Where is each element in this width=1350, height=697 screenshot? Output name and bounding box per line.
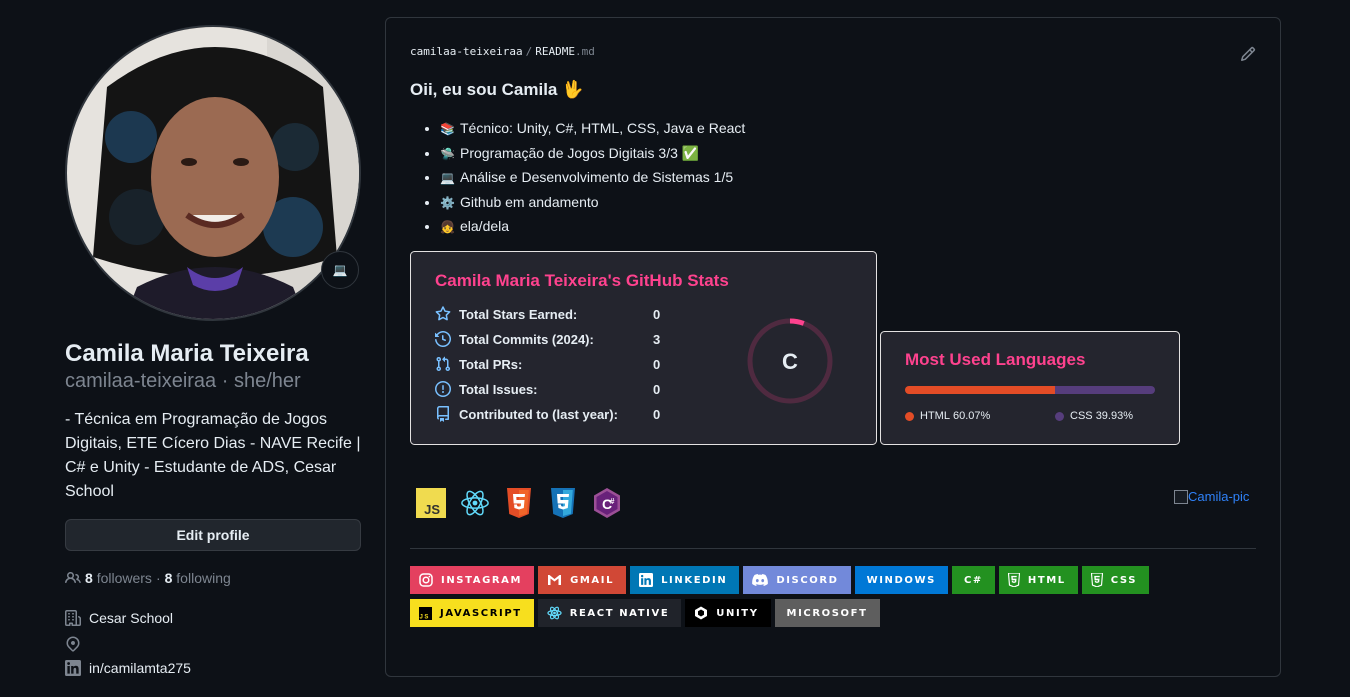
stats-card-title: Camila Maria Teixeira's GitHub Stats [435,271,729,290]
profile-location [65,636,89,652]
girl-icon: 👧 [440,220,455,234]
react-icon [460,488,490,518]
badge-microsoft[interactable]: MICROSOFT [774,599,880,627]
readme-panel: camilaa-teixeiraa / README.md Oii, eu sou … [385,17,1281,677]
css3-icon [1090,573,1103,587]
profile-company: Cesar School [65,610,173,626]
following-link[interactable]: 8 following [165,570,231,586]
list-item: 🛸Programação de Jogos Digitais 3/3 ✅ [440,143,745,168]
laptop-icon: 💻 [332,263,348,277]
repo-icon [437,406,449,422]
avatar[interactable]: 💻 [65,25,361,321]
breadcrumb: camilaa-teixeiraa / README.md [410,45,595,58]
camila-pic-image: Camila-pic [1174,489,1249,504]
pull-request-icon [436,356,451,372]
language-legend-css: CSS 39.93% [1055,410,1133,422]
profile-linkedin[interactable]: in/camilamta275 [65,660,191,676]
react-icon [547,606,562,620]
list-item: ⚙️Github em andamento [440,192,745,217]
language-bar-css [1055,386,1155,394]
discord-icon [752,574,769,586]
divider [410,548,1256,549]
svg-text:JS: JS [424,502,440,517]
gear-icon: ⚙️ [440,195,455,210]
list-item: 📚Técnico: Unity, C#, HTML, CSS, Java e R… [440,118,745,143]
list-item: 👧ela/dela [440,216,745,241]
rank-letter: C [782,349,798,374]
github-stats-card: Camila Maria Teixeira's GitHub Stats Tot… [410,251,877,445]
css3-icon [548,488,578,518]
stat-row-prs: Total PRs: 0 [435,356,660,372]
language-bar [905,386,1155,394]
html5-icon [504,488,534,518]
badge-instagram[interactable]: INSTAGRAM [410,566,535,594]
books-icon: 📚 [440,122,455,136]
language-legend-html: HTML 60.07% [905,410,990,422]
stat-row-contributed: Contributed to (last year): 0 [435,406,660,422]
location-icon [66,636,80,652]
linkedin-icon [65,660,81,676]
ufo-icon: 🛸 [440,146,455,161]
css-dot [1055,411,1064,421]
badge-unity[interactable]: UNITY [685,599,771,627]
linkedin-icon [639,573,654,587]
people-icon [65,571,81,584]
list-item: 💻Análise e Desenvolvimento de Sistemas 1… [440,167,745,192]
badge-discord[interactable]: DISCORD [743,566,851,594]
language-bar-html [905,386,1055,394]
instagram-icon [419,573,433,587]
stat-row-stars: Total Stars Earned: 0 [435,306,660,322]
javascript-icon: JS [416,488,446,518]
pencil-icon[interactable] [1240,46,1256,62]
html5-icon [1007,573,1020,587]
status-emoji[interactable]: 💻 [321,251,359,289]
badge-gmail[interactable]: GMAIL [538,566,627,594]
badge-react-native[interactable]: REACT NATIVE [537,599,682,627]
csharp-icon: C # [592,488,622,518]
profile-username: camilaa-teixeiraa · she/her [65,370,301,392]
broken-image-icon [1174,489,1188,504]
badge-html[interactable]: HTML [998,566,1078,594]
badge-row: INSTAGRAM GMAIL LINKEDIN DISCORD WINDOWS… [410,566,1170,627]
profile-bio: - Técnica em Programação de Jogos Digita… [65,411,361,500]
unity-icon [694,606,708,620]
star-icon [435,306,451,321]
readme-bullet-list: 📚Técnico: Unity, C#, HTML, CSS, Java e R… [440,118,745,241]
javascript-icon: JS [419,606,432,620]
avatar-image [65,25,361,321]
edit-profile-button[interactable]: Edit profile [65,519,361,551]
organization-icon [65,610,81,626]
svg-text:JS: JS [419,614,430,620]
tech-icons-row: JS C # [416,488,622,518]
rank-ring: C [747,318,833,404]
svg-text:#: # [610,497,615,506]
most-used-languages-card: Most Used Languages HTML 60.07% CSS 39.9… [880,331,1180,445]
badge-linkedin[interactable]: LINKEDIN [630,566,740,594]
gmail-icon [547,574,562,586]
stat-row-commits: Total Commits (2024): 3 [435,331,660,347]
laptop-icon: 💻 [440,171,455,185]
badge-css[interactable]: CSS [1081,566,1150,594]
stat-row-issues: Total Issues: 0 [435,381,660,397]
badge-windows[interactable]: WINDOWS [854,566,948,594]
readme-heading: Oii, eu sou Camila 🖖 [410,80,584,99]
followers-link[interactable]: 8 followers [85,570,152,586]
breadcrumb-user-link[interactable]: camilaa-teixeiraa [410,45,523,58]
breadcrumb-file[interactable]: README.md [535,45,595,58]
badge-csharp[interactable]: C# [951,566,995,594]
profile-full-name: Camila Maria Teixeira [65,340,309,367]
history-icon [435,331,451,347]
issue-icon [435,381,451,397]
badge-javascript[interactable]: JS JAVASCRIPT [410,599,534,627]
html-dot [905,411,914,421]
languages-card-title: Most Used Languages [905,350,1086,369]
follow-stats: 8 followers · 8 following [65,570,231,586]
